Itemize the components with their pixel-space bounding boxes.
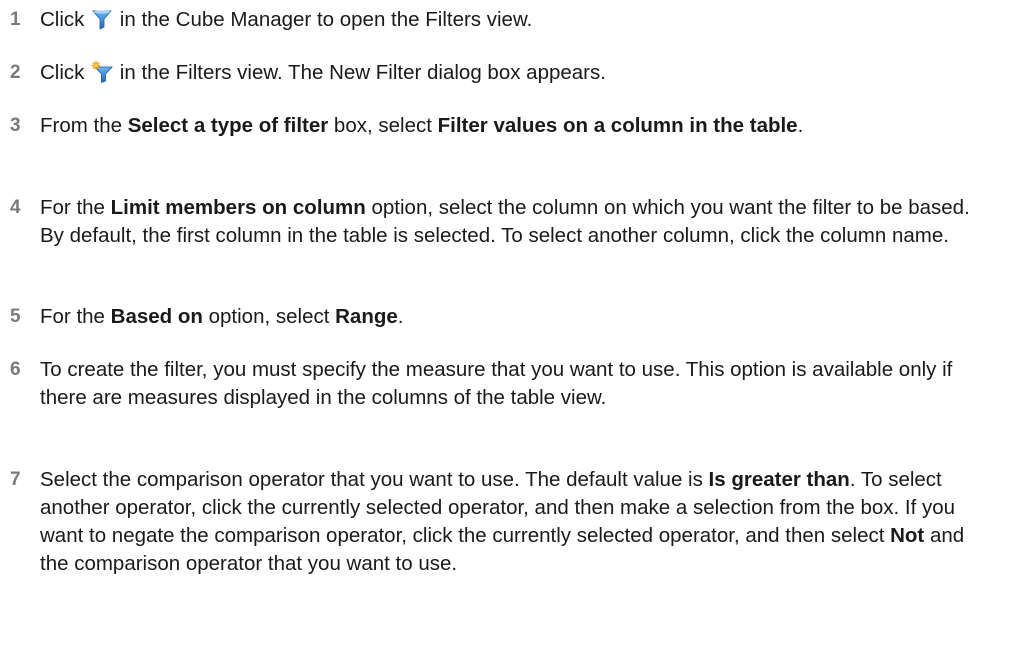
ui-term-bold: Range: [335, 305, 398, 328]
step-text-segment: Click: [40, 8, 91, 31]
ui-term-bold: Is greater than: [708, 468, 850, 491]
step-text: For the Limit members on column option, …: [40, 194, 980, 250]
step-text-segment: in the Cube Manager to open the Filters …: [114, 8, 533, 31]
step-text-segment: Select the comparison operator that you …: [40, 468, 709, 491]
step-text-segment: box, select: [328, 114, 438, 137]
ui-term-bold: Based on: [110, 305, 203, 328]
step-number: 3: [10, 115, 21, 136]
step-text-segment: For the: [40, 305, 111, 328]
filter-funnel-icon: [91, 8, 113, 30]
step-text: For the Based on option, select Range.: [40, 303, 980, 331]
step-number: 4: [10, 197, 21, 218]
ui-term-bold: Select a type of filter: [127, 114, 329, 137]
step-text: From the Select a type of filter box, se…: [40, 112, 980, 140]
step-text-segment: To create the filter, you must specify t…: [40, 358, 953, 409]
step-text: Select the comparison operator that you …: [40, 466, 980, 578]
step-text-segment: For the: [40, 196, 111, 219]
step-number: 7: [10, 469, 21, 490]
step-text-segment: in the Filters view. The New Filter dial…: [114, 61, 606, 84]
step-text-segment: From the: [40, 114, 128, 137]
step-text-segment: .: [797, 114, 804, 137]
step-text-segment: option, select: [202, 305, 336, 328]
step-number: 2: [10, 62, 21, 83]
step-number: 1: [10, 9, 21, 30]
step-number: 6: [10, 359, 21, 380]
step-number: 5: [10, 306, 21, 327]
step-text-segment: .: [397, 305, 404, 328]
step-text: Click in the Filters view. The New Filte…: [40, 59, 980, 87]
step-text: To create the filter, you must specify t…: [40, 356, 980, 412]
step-text-segment: Click: [40, 61, 91, 84]
ui-term-bold: Not: [890, 524, 925, 547]
new-filter-funnel-icon: [91, 61, 114, 83]
ui-term-bold: Filter values on a column in the table: [437, 114, 798, 137]
procedure-steps: 1 Click in the Cube Manager to open the …: [0, 0, 1016, 656]
step-text: Click in the Cube Manager to open the Fi…: [40, 6, 980, 34]
ui-term-bold: Limit members on column: [110, 196, 366, 219]
